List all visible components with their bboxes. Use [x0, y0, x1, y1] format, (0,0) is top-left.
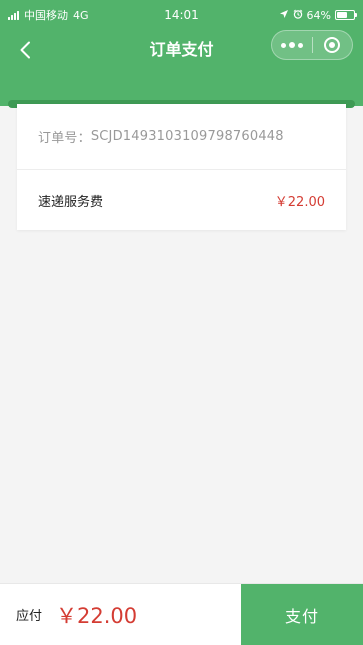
close-mini-program-button[interactable]: [313, 31, 352, 59]
more-dots-icon: [281, 42, 286, 48]
order-card: 订单号： SCJD1493103109798760448 速递服务费 ￥22.0…: [17, 104, 346, 230]
fee-label: 速递服务费: [38, 194, 104, 210]
pay-button[interactable]: 支付: [241, 584, 363, 645]
mini-program-capsule: [271, 30, 353, 60]
target-circle-icon: [324, 37, 341, 53]
status-left: 中国移动 4G: [8, 7, 89, 23]
carrier-label: 中国移动: [24, 9, 68, 22]
payable-label: 应付: [16, 609, 43, 624]
alarm-icon: [293, 9, 303, 22]
more-button[interactable]: [272, 31, 312, 59]
order-number-row: 订单号： SCJD1493103109798760448: [17, 104, 346, 170]
signal-icon: [8, 10, 19, 20]
battery-percent: 64%: [306, 8, 331, 22]
battery-fill: [337, 12, 348, 18]
order-number-label: 订单号：: [38, 131, 91, 146]
fee-amount: ￥22.00: [274, 194, 325, 210]
fee-row: 速递服务费 ￥22.00: [17, 170, 346, 230]
location-arrow-icon: [279, 9, 289, 22]
payable-section: 应付 ￥22.00: [0, 584, 241, 645]
nav-bar: 订单支付: [0, 30, 363, 70]
payable-amount: ￥22.00: [56, 603, 138, 628]
status-bar: 中国移动 4G 14:01 64%: [0, 0, 363, 30]
status-right: 64%: [279, 8, 357, 22]
bottom-pay-bar: 应付 ￥22.00 支付: [0, 583, 363, 645]
network-label: 4G: [73, 8, 89, 22]
battery-icon: [335, 10, 357, 20]
order-number-value: SCJD1493103109798760448: [90, 129, 284, 144]
